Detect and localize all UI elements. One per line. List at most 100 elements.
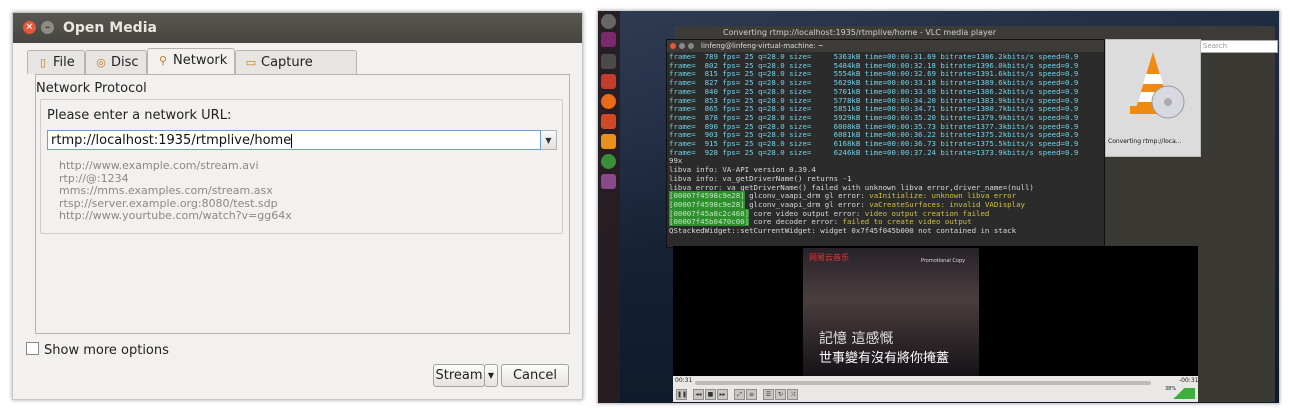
- settings-icon[interactable]: [601, 114, 616, 129]
- show-more-checkbox[interactable]: [26, 342, 39, 355]
- workspace-icon[interactable]: [601, 174, 616, 189]
- time-elapsed: 00:31: [675, 377, 693, 384]
- playlist-search-input[interactable]: Search: [1199, 40, 1278, 53]
- tab-file[interactable]: ▯ File: [27, 50, 85, 74]
- launcher-bar: [598, 11, 620, 403]
- subtitle-line-1: 記憶 這感慨: [819, 331, 894, 347]
- thumbnail-caption: Converting rtmp://loca...: [1108, 138, 1182, 145]
- vlc-cone-icon: [1130, 52, 1185, 119]
- network-url-group: Please enter a network URL: rtmp://local…: [40, 99, 563, 234]
- stream-dropdown-icon[interactable]: ▼: [484, 364, 498, 387]
- terminal-error-text: core decoder error:: [749, 217, 843, 227]
- firefox-icon[interactable]: [601, 94, 616, 109]
- stop-icon[interactable]: ■: [705, 389, 716, 400]
- terminal-address: [00007f45a8c2c468]: [669, 208, 750, 218]
- playlist-thumbnail[interactable]: Converting rtmp://loca...: [1105, 39, 1201, 157]
- terminal-line: 99x: [669, 156, 683, 166]
- terminal-error-text: glconv_vaapi_drm gl error:: [744, 191, 870, 201]
- next-icon[interactable]: ▸▸: [717, 389, 728, 400]
- terminal-error-text: glconv_vaapi_drm gl error:: [744, 199, 870, 209]
- terminal-close-icon[interactable]: [670, 43, 676, 49]
- cancel-button[interactable]: Cancel: [501, 364, 569, 387]
- dialog-titlebar: ✕ – Open Media: [13, 13, 582, 43]
- vlc-icon[interactable]: [601, 134, 616, 149]
- stream-button[interactable]: Stream: [433, 364, 485, 387]
- terminal-line: libva error: va_getDriverName() failed w…: [669, 182, 1034, 192]
- text-caret: [291, 133, 293, 148]
- terminal-warning: vaCreateSurfaces: invalid VADisplay: [869, 199, 1025, 209]
- terminal-warning: failed to create video output: [842, 217, 972, 227]
- terminal-line: libva info: va_getDriverName() returns -…: [669, 173, 852, 183]
- vlc-controls: 00:31 -00:31 ❚❚ ◂◂ ■ ▸▸ ⤢ ≡ ☰ ↻ ⤨ 38%: [673, 376, 1198, 402]
- desktop-screenshot: Converting rtmp://localhost:1935/rtmpliv…: [597, 10, 1280, 404]
- close-window-icon[interactable]: ✕: [23, 21, 36, 34]
- terminal-address: [00007f4598c9e28]: [669, 191, 745, 201]
- vlc-title: Converting rtmp://localhost:1935/rtmpliv…: [675, 26, 1275, 40]
- dialog-title: Open Media: [63, 20, 157, 36]
- terminal-line: frame= 890 fps= 25 q=28.0 size= 6008kB t…: [669, 121, 1079, 131]
- files-icon[interactable]: [601, 54, 616, 69]
- network-url-value: rtmp://localhost:1935/rtmplive/home: [51, 133, 292, 148]
- back-icon[interactable]: [601, 14, 616, 29]
- terminal-line: QStackedWidget::setCurrentWidget: widget…: [669, 226, 1017, 236]
- terminal-warning: video output creation failed: [864, 208, 990, 218]
- fullscreen-icon[interactable]: ⤢: [734, 389, 745, 400]
- playlist-icon[interactable]: ☰: [763, 389, 774, 400]
- video-area[interactable]: 网易云音乐 Promotional Copy 記憶 這感慨 世事變有沒有將你掩蓋: [673, 246, 1198, 376]
- url-prompt: Please enter a network URL:: [47, 108, 232, 123]
- tab-capture-device[interactable]: ▭Capture Device: [235, 50, 357, 93]
- minimize-window-icon[interactable]: –: [41, 21, 54, 34]
- seek-bar[interactable]: [695, 381, 1151, 385]
- terminal-maximize-icon[interactable]: [688, 43, 694, 49]
- loop-icon[interactable]: ↻: [775, 389, 786, 400]
- capture-device-icon: ▭: [245, 56, 257, 69]
- volume-level: 38%: [1165, 386, 1177, 392]
- terminal-line: frame= 827 fps= 25 q=28.0 size= 5629kB t…: [669, 78, 1079, 88]
- netease-music-logo: 网易云音乐: [809, 253, 849, 262]
- url-examples: http://www.example.com/stream.avi rtp://…: [59, 159, 292, 223]
- terminal-line: libva info: VA-API version 0.39.4: [669, 165, 816, 175]
- disc-icon: ◎: [96, 56, 106, 69]
- show-more-label: Show more options: [44, 343, 169, 358]
- example-url: mms://mms.examples.com/stream.asx: [59, 184, 273, 198]
- terminal-titlebar: linfeng@linfeng-virtual-machine: ~: [667, 40, 1104, 52]
- show-more-options[interactable]: Show more options: [26, 342, 169, 358]
- terminal-address: [00007f4598c9e28]: [669, 199, 745, 209]
- tab-network[interactable]: ⚲ Network: [147, 48, 235, 74]
- terminal-line: frame= 789 fps= 25 q=28.0 size= 5363kB t…: [669, 52, 1079, 61]
- time-remaining: -00:31: [1179, 377, 1199, 384]
- tab-disc[interactable]: ◎ Disc: [85, 50, 147, 74]
- pause-icon[interactable]: ❚❚: [676, 389, 687, 400]
- tab-network-label: Network: [173, 53, 228, 68]
- terminal-minimize-icon[interactable]: [679, 43, 685, 49]
- terminal-output: frame= 789 fps= 25 q=28.0 size= 5363kB t…: [667, 52, 1104, 236]
- network-url-input[interactable]: rtmp://localhost:1935/rtmplive/home: [47, 130, 541, 150]
- terminal-line: frame= 878 fps= 25 q=28.0 size= 5929kB t…: [669, 112, 1079, 122]
- terminal-line: frame= 815 fps= 25 q=28.0 size= 5554kB t…: [669, 69, 1079, 79]
- terminal-line: frame= 915 fps= 25 q=28.0 size= 6168kB t…: [669, 139, 1079, 149]
- previous-icon[interactable]: ◂◂: [693, 389, 704, 400]
- terminal-line: frame= 928 fps= 25 q=28.0 size= 6246kB t…: [669, 147, 1079, 157]
- shuffle-icon[interactable]: ⤨: [787, 389, 798, 400]
- network-panel: Network Protocol Please enter a network …: [35, 74, 570, 334]
- subtitle-line-2: 世事變有沒有將你掩蓋: [819, 351, 950, 366]
- terminal-title: linfeng@linfeng-virtual-machine: ~: [701, 42, 824, 50]
- text-editor-icon[interactable]: [601, 74, 616, 89]
- chrome-icon[interactable]: [601, 154, 616, 169]
- extended-settings-icon[interactable]: ≡: [746, 389, 757, 400]
- terminal-line: frame= 865 fps= 25 q=28.0 size= 5851kB t…: [669, 104, 1079, 114]
- open-media-dialog: ✕ – Open Media ▯ File ◎ Disc ⚲ Network ▭ Cap…: [12, 12, 583, 400]
- terminal-address: [00007f45b0470c00]: [669, 217, 750, 227]
- terminal-window: linfeng@linfeng-virtual-machine: ~ frame…: [666, 39, 1105, 248]
- example-url: http://www.yourtube.com/watch?v=gg64x: [59, 209, 292, 223]
- promo-label: Promotional Copy: [920, 258, 966, 264]
- search-dash-icon[interactable]: [601, 32, 616, 47]
- file-icon: ▯: [39, 56, 47, 69]
- network-icon: ⚲: [158, 54, 168, 67]
- section-title: Network Protocol: [36, 81, 147, 96]
- terminal-error-text: core video output error:: [749, 208, 865, 218]
- url-history-dropdown-icon[interactable]: ▼: [541, 130, 557, 150]
- example-url: http://www.example.com/stream.avi: [59, 159, 259, 172]
- tab-file-label: File: [53, 55, 75, 70]
- tab-disc-label: Disc: [111, 55, 139, 70]
